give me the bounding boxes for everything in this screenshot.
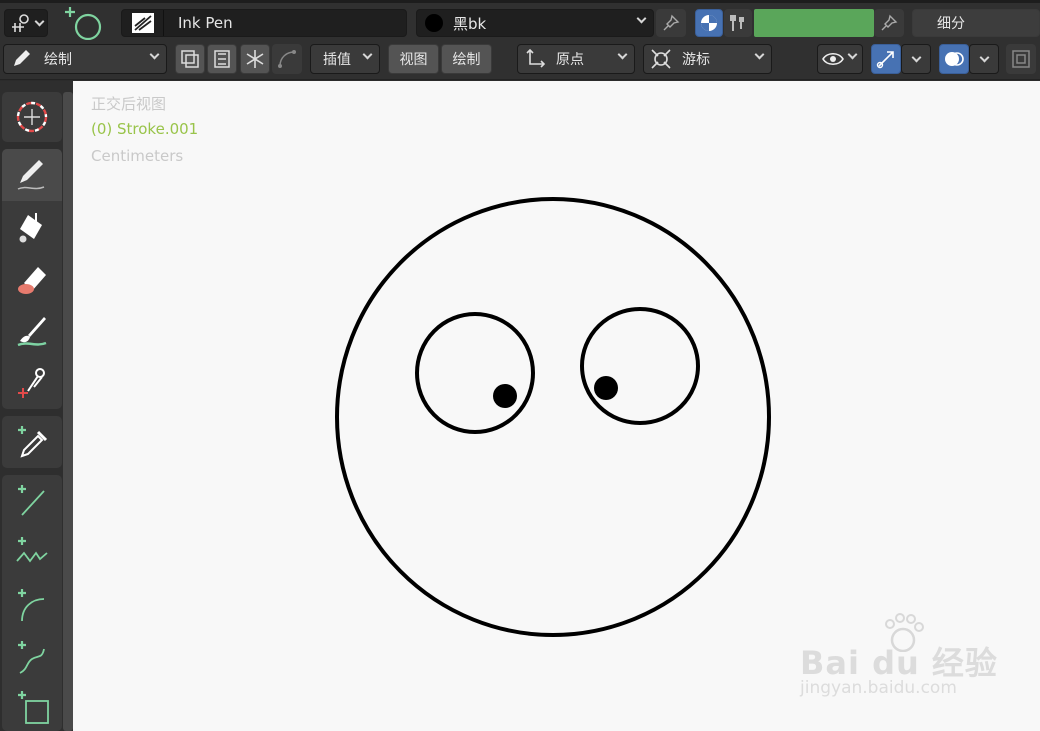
tool-line[interactable] <box>2 475 62 527</box>
material-sphere-icon <box>701 15 717 31</box>
pencil-icon <box>14 50 30 66</box>
cursor-dropdown[interactable]: 游标 <box>643 44 772 74</box>
tool-cursor[interactable] <box>2 92 62 142</box>
left-pupil-stroke <box>493 384 517 408</box>
chevron-down-icon <box>149 49 160 60</box>
snowflake-icon <box>246 50 264 68</box>
tool-draw[interactable] <box>2 149 62 201</box>
material-name: 黑bk <box>453 14 487 33</box>
editor-type-button[interactable] <box>4 9 48 37</box>
tool-group-primitives <box>2 475 62 731</box>
chevron-down-icon <box>911 52 921 62</box>
origin-axes-icon <box>526 48 546 68</box>
tool-tint[interactable] <box>2 305 62 357</box>
add-curve-icon <box>18 641 45 674</box>
tool-fill[interactable] <box>2 201 62 253</box>
add-polyline-icon <box>16 537 48 563</box>
visibility-dropdown[interactable] <box>817 44 863 74</box>
subdivide-button[interactable]: 细分 <box>912 9 1040 37</box>
fill-bucket-icon <box>19 213 42 243</box>
origin-label: 原点 <box>556 52 584 68</box>
cutter-scissors-icon <box>18 368 45 398</box>
pin-material-button[interactable] <box>656 9 686 37</box>
add-circle-stroke-icon[interactable] <box>60 5 106 41</box>
vertex-color-swatch[interactable] <box>754 9 874 37</box>
add-box-icon <box>18 691 49 724</box>
vertex-color-mode-button[interactable] <box>724 9 752 37</box>
brush-preview-icon <box>122 10 164 36</box>
interpolate-label: 插值 <box>323 52 351 68</box>
brush-selector[interactable]: Ink Pen <box>121 9 407 37</box>
tint-brush-icon <box>17 317 47 347</box>
top-header: Ink Pen 黑bk 细分 <box>0 0 1040 41</box>
face-outline-stroke <box>335 197 771 637</box>
pencil-draw-icon <box>17 160 45 190</box>
draw-menu[interactable]: 绘制 <box>441 44 492 74</box>
origin-dropdown[interactable]: 原点 <box>517 44 635 74</box>
gizmo-toggle[interactable] <box>871 44 901 74</box>
material-selector[interactable]: 黑bk <box>416 9 654 37</box>
multiframe-icon <box>181 50 199 68</box>
chevron-down-icon <box>754 49 765 60</box>
tool-header: 绘制 插值 视图 绘制 原点 游标 <box>0 40 1040 80</box>
chevron-down-icon <box>847 49 858 60</box>
subdivide-label: 细分 <box>937 16 965 32</box>
multiframe-button[interactable] <box>175 44 205 74</box>
cursor-label: 游标 <box>682 52 710 68</box>
add-arc-icon <box>18 589 45 622</box>
add-line-icon <box>18 485 45 516</box>
curve-icon <box>278 50 296 68</box>
tool-erase[interactable] <box>2 253 62 305</box>
interpolate-dropdown[interactable]: 插值 <box>310 44 380 74</box>
autokey-button[interactable] <box>207 44 237 74</box>
overlays-toggle[interactable] <box>939 44 969 74</box>
freeze-button[interactable] <box>240 44 270 74</box>
xray-toggle[interactable] <box>1006 44 1036 74</box>
overlays-dropdown[interactable] <box>969 44 999 74</box>
chevron-down-icon <box>617 49 628 60</box>
tool-polyline[interactable] <box>2 527 62 579</box>
watermark-url: jingyan.baidu.com <box>800 678 957 698</box>
cursor-target-icon <box>651 49 671 69</box>
tool-eyedropper[interactable] <box>2 416 62 468</box>
material-mode-button[interactable] <box>695 9 723 37</box>
grease-pencil-editor-icon <box>11 14 29 32</box>
xray-icon <box>1012 50 1030 68</box>
view-menu-label: 视图 <box>399 52 428 68</box>
chevron-down-icon <box>979 52 989 62</box>
chevron-down-icon <box>34 16 44 26</box>
vertex-paint-icon <box>730 15 744 31</box>
left-eye-stroke <box>415 312 535 434</box>
right-eye-stroke <box>580 307 700 425</box>
pin-icon <box>881 14 898 31</box>
eye-icon <box>822 52 844 66</box>
eyedropper-add-icon <box>18 426 48 458</box>
view-menu[interactable]: 视图 <box>388 44 439 74</box>
chevron-down-icon <box>362 49 373 60</box>
tool-shelf-scrollbar[interactable] <box>63 92 73 731</box>
tool-group-cursor <box>2 92 62 142</box>
gizmo-icon <box>876 51 894 69</box>
tool-cutter[interactable] <box>2 357 62 409</box>
mode-label: 绘制 <box>44 52 72 68</box>
overlays-icon <box>945 52 964 66</box>
right-pupil-stroke <box>594 376 618 400</box>
mode-dropdown[interactable]: 绘制 <box>3 44 167 74</box>
pin-color-button[interactable] <box>874 9 904 37</box>
eraser-icon <box>18 267 46 294</box>
pin-icon <box>663 14 680 31</box>
brush-name: Ink Pen <box>178 14 233 32</box>
tool-box[interactable] <box>2 683 62 731</box>
chevron-down-icon <box>636 13 647 24</box>
film-icon <box>214 50 230 68</box>
tool-arc[interactable] <box>2 579 62 631</box>
tool-curve[interactable] <box>2 631 62 683</box>
tool-group-eyedropper <box>2 416 62 468</box>
gizmo-dropdown[interactable] <box>901 44 931 74</box>
cursor-crosshair-icon <box>16 101 48 133</box>
material-color-swatch <box>425 14 443 32</box>
curve-edit-button[interactable] <box>272 44 302 74</box>
draw-menu-label: 绘制 <box>452 52 481 68</box>
tool-group-draw <box>2 149 62 409</box>
